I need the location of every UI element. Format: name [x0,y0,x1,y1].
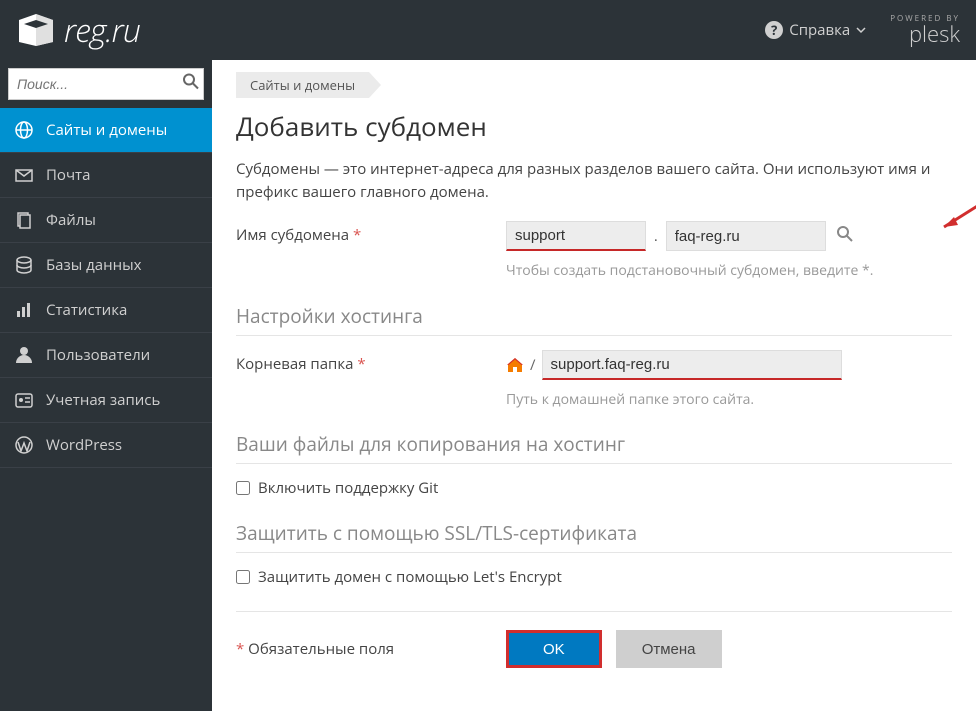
git-label: Включить поддержку Git [258,478,438,498]
letsencrypt-label: Защитить домен с помощью Let's Encrypt [258,567,562,587]
subdomain-label: Имя субдомена * [236,221,506,245]
nav-account[interactable]: Учетная запись [0,378,212,423]
root-folder-label: Корневая папка * [236,350,506,374]
cancel-button[interactable]: Отмена [616,630,722,668]
nav-users[interactable]: Пользователи [0,333,212,378]
form-footer: * Обязательные поля OK Отмена [236,611,952,668]
ssl-heading: Защитить с помощью SSL/TLS-сертификата [236,520,952,553]
dot-separator: . [654,227,658,246]
nav: Сайты и домены Почта Файлы Базы данных С… [0,108,212,468]
help-link[interactable]: ? Справка [765,20,866,40]
root-folder-row: Корневая папка * / Путь к домашней папке… [236,350,952,410]
main-content: Сайты и домены Добавить субдомен Субдоме… [212,60,976,711]
header-right: ? Справка POWERED BY plesk [765,15,960,45]
database-icon [14,255,34,275]
user-icon [14,345,34,365]
nav-sites-domains[interactable]: Сайты и домены [0,108,212,153]
root-folder-hint: Путь к домашней папке этого сайта. [506,390,952,410]
sidebar: Сайты и домены Почта Файлы Базы данных С… [0,60,212,711]
nav-databases[interactable]: Базы данных [0,243,212,288]
files-icon [14,210,34,230]
logo[interactable]: reg.ru [16,9,140,52]
nav-label: WordPress [46,435,122,455]
hosting-heading: Настройки хостинга [236,303,952,336]
breadcrumb[interactable]: Сайты и домены [236,72,369,98]
nav-label: Почта [46,165,90,185]
home-icon [506,356,524,374]
subdomain-row: Имя субдомена * . Чтобы создать подстано… [236,221,952,281]
powered-by: POWERED BY plesk [890,15,960,45]
nav-files[interactable]: Файлы [0,198,212,243]
subdomain-input[interactable] [506,221,646,251]
help-label: Справка [789,20,850,40]
nav-label: Файлы [46,210,96,230]
logo-text: reg.ru [64,9,140,52]
mail-icon [14,165,34,185]
search-box [8,68,204,100]
ok-button[interactable]: OK [506,630,602,668]
root-folder-input[interactable] [542,350,842,380]
letsencrypt-checkbox-row[interactable]: Защитить домен с помощью Let's Encrypt [236,567,952,587]
page-title: Добавить субдомен [236,108,952,144]
search-icon[interactable] [182,73,200,96]
nav-label: Учетная запись [46,390,160,410]
wordpress-icon [14,435,34,455]
nav-label: Пользователи [46,345,150,365]
copy-files-heading: Ваши файлы для копирования на хостинг [236,431,952,464]
help-icon: ? [765,21,783,39]
required-note: * Обязательные поля [236,639,506,659]
top-header: reg.ru ? Справка POWERED BY plesk [0,0,976,60]
nav-label: Сайты и домены [46,120,167,140]
nav-wordpress[interactable]: WordPress [0,423,212,468]
search-input[interactable] [8,68,204,100]
stats-icon [14,300,34,320]
account-icon [14,390,34,410]
chevron-down-icon [856,20,866,40]
nav-mail[interactable]: Почта [0,153,212,198]
domain-lookup-icon[interactable] [836,225,854,248]
logo-icon [16,12,56,48]
git-checkbox[interactable] [236,481,250,495]
slash: / [530,355,536,375]
domain-input[interactable] [666,221,826,251]
subdomain-hint: Чтобы создать подстановочный субдомен, в… [506,261,952,281]
nav-label: Базы данных [46,255,142,275]
git-checkbox-row[interactable]: Включить поддержку Git [236,478,952,498]
page-intro: Субдомены — это интернет-адреса для разн… [236,158,952,203]
globe-icon [14,120,34,140]
nav-stats[interactable]: Статистика [0,288,212,333]
letsencrypt-checkbox[interactable] [236,570,250,584]
nav-label: Статистика [46,300,127,320]
